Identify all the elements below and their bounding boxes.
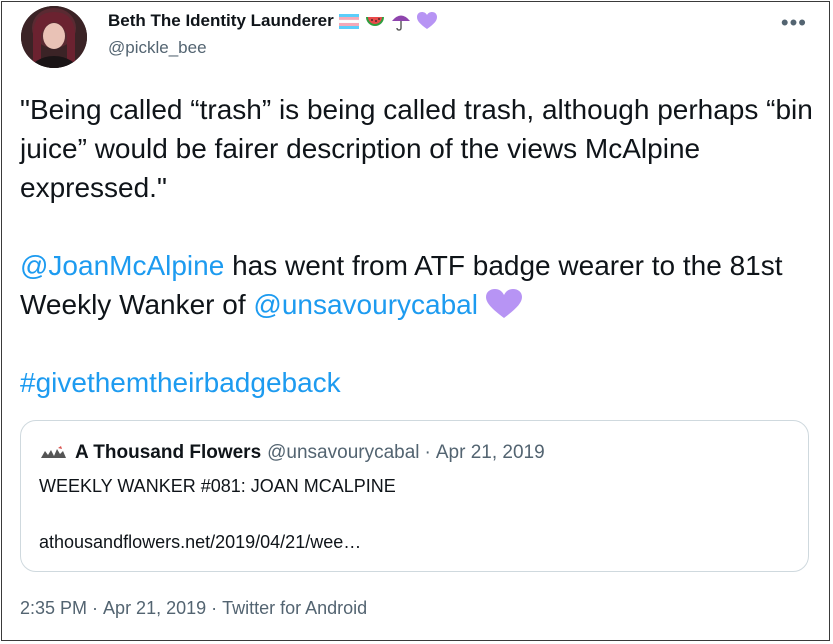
tweet-paragraph-2: @JoanMcAlpine has went from ATF badge we… — [20, 246, 815, 324]
separator-dot: · — [424, 442, 431, 463]
quoted-tweet[interactable]: A Thousand Flowers @unsavourycabal · Apr… — [20, 420, 809, 572]
purple-heart-icon — [416, 12, 437, 29]
avatar-image — [21, 6, 87, 68]
purple-heart-icon — [485, 289, 522, 318]
quoted-text: WEEKLY WANKER #081: JOAN MCALPINE — [39, 476, 396, 496]
tweet-footer: 2:35 PM · Apr 21, 2019 · Twitter for Android — [20, 598, 367, 619]
watermelon-icon — [365, 17, 384, 26]
quoted-tweet-header: A Thousand Flowers @unsavourycabal · Apr… — [39, 442, 545, 464]
trans-flag-icon — [338, 14, 359, 29]
umbrella-icon — [391, 15, 410, 31]
display-name-row: Beth The Identity Launderer — [108, 8, 438, 34]
display-name[interactable]: Beth The Identity Launderer — [108, 11, 334, 31]
author-handle[interactable]: @pickle_bee — [108, 38, 438, 58]
quoted-avatar-icon — [39, 446, 67, 459]
separator-dot: · — [92, 598, 99, 618]
hashtag-link[interactable]: #givethemtheirbadgeback — [20, 367, 341, 398]
mention-unsavourycabal[interactable]: @unsavourycabal — [253, 289, 478, 320]
tweet-paragraph-3: #givethemtheirbadgeback — [20, 363, 815, 402]
tweet-header: Beth The Identity Launderer @pickle_bee … — [20, 6, 815, 70]
separator-dot: · — [211, 598, 218, 618]
mention-joanmcalpine[interactable]: @JoanMcAlpine — [20, 250, 224, 281]
quoted-display-name[interactable]: A Thousand Flowers — [75, 442, 261, 464]
avatar[interactable] — [21, 6, 87, 68]
tweet-source[interactable]: Twitter for Android — [222, 598, 367, 618]
quoted-link[interactable]: athousandflowers.net/2019/04/21/wee… — [39, 532, 361, 553]
quoted-handle: @unsavourycabal — [267, 442, 420, 463]
more-options-icon[interactable]: ••• — [781, 10, 807, 36]
tweet-text: "Being called “trash” is being called tr… — [20, 90, 815, 402]
tweet-date[interactable]: Apr 21, 2019 — [103, 598, 206, 618]
quoted-date[interactable]: Apr 21, 2019 — [436, 442, 545, 464]
tweet-paragraph-1: "Being called “trash” is being called tr… — [20, 94, 813, 203]
tweet-time[interactable]: 2:35 PM — [20, 598, 87, 618]
tweet-card: Beth The Identity Launderer @pickle_bee … — [1, 1, 830, 641]
author-names: Beth The Identity Launderer @pickle_bee — [108, 8, 438, 58]
